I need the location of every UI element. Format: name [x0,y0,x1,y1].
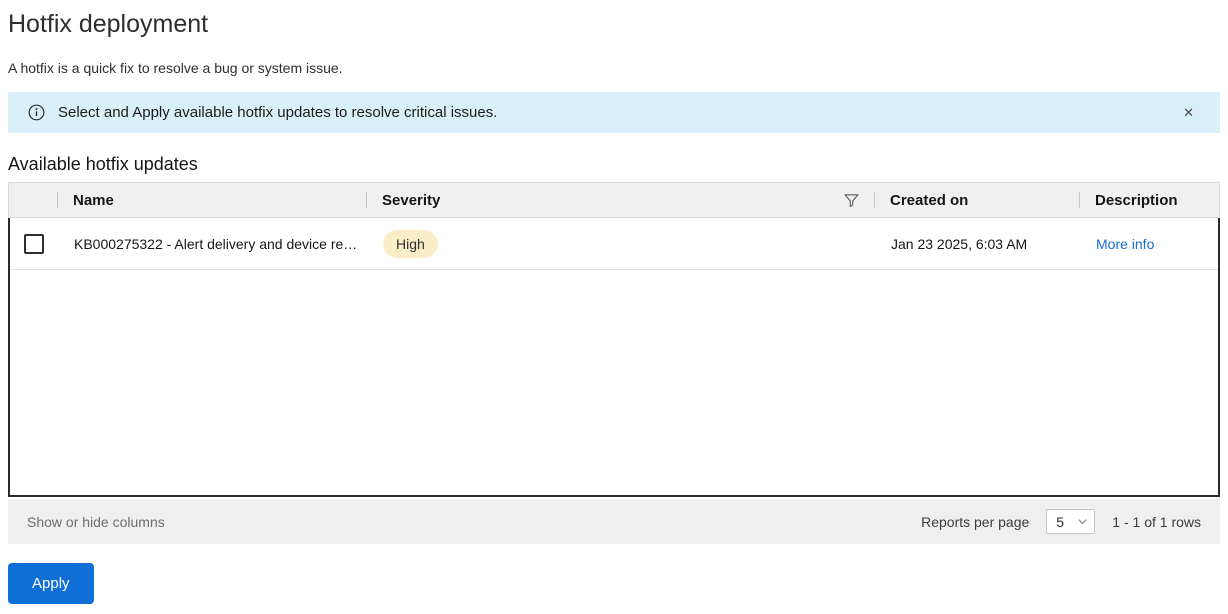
page-size-value: 5 [1056,513,1065,530]
info-banner: Select and Apply available hotfix update… [8,92,1220,133]
page-subtitle: A hotfix is a quick fix to resolve a bug… [8,60,343,76]
table-footer: Show or hide columns Reports per page 5 … [8,499,1220,544]
row-checkbox-cell [10,233,58,254]
section-title: Available hotfix updates [8,154,198,174]
header-cell-severity[interactable]: Severity [366,183,874,217]
row-checkbox[interactable] [24,233,44,254]
table-row: KB000275322 - Alert delivery and device … [10,218,1218,270]
pagination-controls: Reports per page 5 1 - 1 of 1 rows [921,509,1201,534]
column-header-created-on: Created on [890,191,969,209]
info-circle-icon [28,104,45,121]
row-created-on-cell: Jan 23 2025, 6:03 AM [891,235,1028,252]
row-severity-cell: High [367,229,875,258]
close-icon[interactable]: ✕ [1177,102,1200,123]
header-cell-description[interactable]: Description [1079,183,1219,217]
more-info-link[interactable]: More info [1096,236,1154,252]
header-cell-select [9,183,57,217]
column-header-severity: Severity [382,191,441,209]
apply-button[interactable]: Apply [8,563,94,604]
rows-summary: 1 - 1 of 1 rows [1112,513,1201,530]
column-header-name: Name [73,191,114,209]
reports-per-page-label: Reports per page [921,513,1030,530]
table-body: KB000275322 - Alert delivery and device … [8,218,1220,497]
header-cell-name[interactable]: Name [57,183,366,217]
header-cell-created-on[interactable]: Created on [874,183,1079,217]
severity-badge: High [383,229,438,258]
filter-funnel-icon[interactable] [842,191,861,210]
page-title: Hotfix deployment [8,10,209,38]
row-description-cell: More info [1080,236,1218,252]
row-name-cell: KB000275322 - Alert delivery and device … [74,235,358,252]
hotfix-deployment-page: Hotfix deployment A hotfix is a quick fi… [0,8,1228,544]
column-header-description: Description [1095,191,1178,209]
table-header-row: Name Severity Created on Description [8,182,1220,218]
show-hide-columns-button[interactable]: Show or hide columns [27,514,165,530]
chevron-down-icon [1077,516,1088,527]
reports-per-page-select[interactable]: 5 [1046,509,1096,534]
banner-message: Select and Apply available hotfix update… [58,104,498,121]
